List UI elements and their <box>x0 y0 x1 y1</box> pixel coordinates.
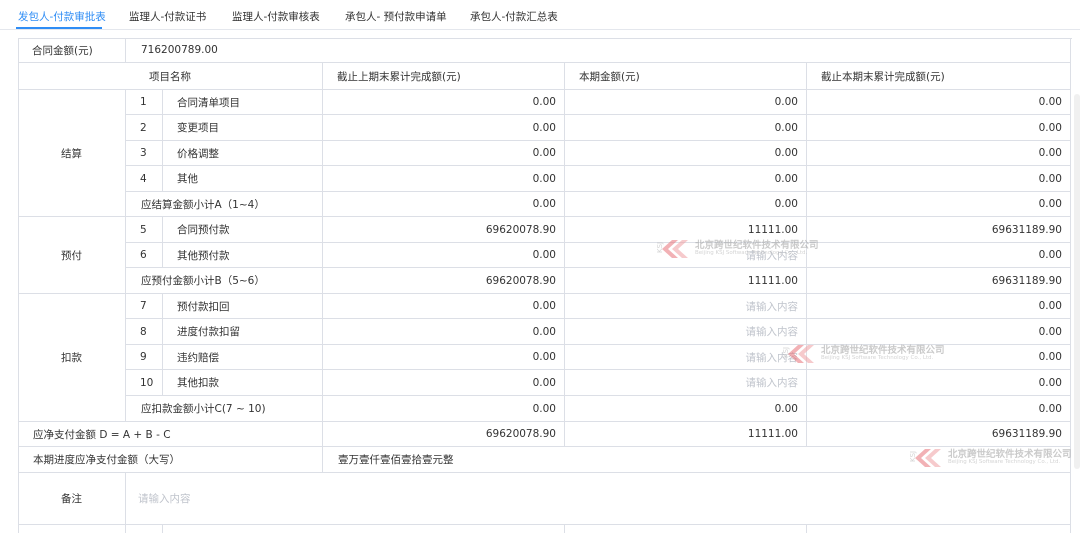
tab-bar: 发包人-付款审批表 监理人-付款证书 监理人-付款审核表 承包人- 预付款申请单… <box>0 0 1080 30</box>
contract-amount-label: 合同金额(元) <box>18 38 126 63</box>
prev-amount-cell: 0.00 <box>323 90 565 115</box>
table-row <box>565 525 807 533</box>
active-tab-indicator <box>16 27 102 29</box>
prev-amount-cell: 0.00 <box>323 141 565 166</box>
prev-amount-cell: 0.00 <box>323 370 565 396</box>
prev-amount-cell: 0.00 <box>323 192 565 217</box>
cumulative-amount-cell: 0.00 <box>807 396 1071 422</box>
cumulative-amount-cell: 0.00 <box>807 141 1071 166</box>
cumulative-amount-cell: 0.00 <box>807 166 1071 192</box>
tab-supervisor-payment-review[interactable]: 监理人-付款审核表 <box>232 9 320 24</box>
prev-amount-cell: 0.00 <box>323 115 565 141</box>
vertical-scrollbar[interactable] <box>1074 94 1080 469</box>
prev-amount-cell: 69620078.90 <box>323 217 565 243</box>
header-prev-cumulative: 截止上期末累计完成额(元) <box>323 63 565 90</box>
group-deduction: 扣款 <box>18 294 126 422</box>
header-item-name: 项目名称 <box>18 63 323 90</box>
row-item-name: 进度付款扣留 <box>163 319 323 345</box>
prev-amount-cell: 0.00 <box>323 166 565 192</box>
subtotal-b-label: 应预付金额小计B（5~6） <box>126 268 323 294</box>
table-row <box>18 525 126 533</box>
row-number: 5 <box>126 217 163 243</box>
remarks-input[interactable]: 请输入内容 <box>126 473 1071 525</box>
row-item-name: 其他 <box>163 166 323 192</box>
current-amount-input[interactable]: 请输入内容 <box>565 319 807 345</box>
current-amount-cell: 11111.00 <box>565 268 807 294</box>
capital-amount-label: 本期进度应净支付金额（大写） <box>18 447 323 473</box>
net-current-amount: 11111.00 <box>565 422 807 447</box>
row-number: 8 <box>126 319 163 345</box>
current-amount-input[interactable]: 请输入内容 <box>565 243 807 268</box>
current-amount-input[interactable]: 请输入内容 <box>565 370 807 396</box>
cumulative-amount-cell: 0.00 <box>807 370 1071 396</box>
net-prev-amount: 69620078.90 <box>323 422 565 447</box>
row-number: 6 <box>126 243 163 268</box>
row-item-name: 变更项目 <box>163 115 323 141</box>
row-number: 3 <box>126 141 163 166</box>
cumulative-amount-cell: 0.00 <box>807 192 1071 217</box>
current-amount-cell: 0.00 <box>565 115 807 141</box>
tab-contractor-prepayment-application[interactable]: 承包人- 预付款申请单 <box>345 9 447 24</box>
cumulative-amount-cell: 0.00 <box>807 90 1071 115</box>
subtotal-c-label: 应扣款金额小计C(7 ~ 10) <box>126 396 323 422</box>
table-row <box>163 525 565 533</box>
capital-amount-value: 壹万壹仟壹佰壹拾壹元整 <box>323 447 1071 473</box>
cumulative-amount-cell: 0.00 <box>807 294 1071 319</box>
row-item-name: 预付款扣回 <box>163 294 323 319</box>
row-number: 4 <box>126 166 163 192</box>
row-item-name: 合同清单项目 <box>163 90 323 115</box>
cumulative-amount-cell: 0.00 <box>807 319 1071 345</box>
cumulative-amount-cell: 0.00 <box>807 345 1071 370</box>
row-number: 1 <box>126 90 163 115</box>
cumulative-amount-cell: 0.00 <box>807 243 1071 268</box>
current-amount-cell: 0.00 <box>565 396 807 422</box>
row-item-name: 违约赔偿 <box>163 345 323 370</box>
row-item-name: 其他扣款 <box>163 370 323 396</box>
prev-amount-cell: 0.00 <box>323 396 565 422</box>
row-number: 2 <box>126 115 163 141</box>
table-row <box>126 525 163 533</box>
row-item-name: 价格调整 <box>163 141 323 166</box>
net-cumulative-amount: 69631189.90 <box>807 422 1071 447</box>
prev-amount-cell: 0.00 <box>323 319 565 345</box>
cumulative-amount-cell: 69631189.90 <box>807 217 1071 243</box>
cumulative-amount-cell: 69631189.90 <box>807 268 1071 294</box>
row-item-name: 合同预付款 <box>163 217 323 243</box>
tab-contractor-payment-summary[interactable]: 承包人-付款汇总表 <box>470 9 558 24</box>
prev-amount-cell: 69620078.90 <box>323 268 565 294</box>
prev-amount-cell: 0.00 <box>323 345 565 370</box>
group-settlement: 结算 <box>18 90 126 217</box>
cumulative-amount-cell: 0.00 <box>807 115 1071 141</box>
current-amount-input[interactable]: 请输入内容 <box>565 294 807 319</box>
current-amount-cell: 0.00 <box>565 90 807 115</box>
row-number: 9 <box>126 345 163 370</box>
prev-amount-cell: 0.00 <box>323 243 565 268</box>
current-amount-cell: 0.00 <box>565 192 807 217</box>
header-current-amount: 本期金额(元) <box>565 63 807 90</box>
current-amount-cell: 0.00 <box>565 141 807 166</box>
remarks-label: 备注 <box>18 473 126 525</box>
contract-amount-value: 716200789.00 <box>126 38 1071 63</box>
current-amount-input[interactable]: 11111.00 <box>565 217 807 243</box>
subtotal-a-label: 应结算金额小计A（1~4） <box>126 192 323 217</box>
row-item-name: 其他预付款 <box>163 243 323 268</box>
row-number: 7 <box>126 294 163 319</box>
tab-supervisor-payment-certificate[interactable]: 监理人-付款证书 <box>129 9 206 24</box>
table-row <box>807 525 1071 533</box>
net-payment-label: 应净支付金额 D = A + B - C <box>18 422 323 447</box>
header-period-cumulative: 截止本期末累计完成额(元) <box>807 63 1071 90</box>
current-amount-cell: 0.00 <box>565 166 807 192</box>
row-number: 10 <box>126 370 163 396</box>
group-prepayment: 预付 <box>18 217 126 294</box>
tab-employer-payment-approval[interactable]: 发包人-付款审批表 <box>18 9 106 24</box>
prev-amount-cell: 0.00 <box>323 294 565 319</box>
current-amount-input[interactable]: 请输入内容 <box>565 345 807 370</box>
